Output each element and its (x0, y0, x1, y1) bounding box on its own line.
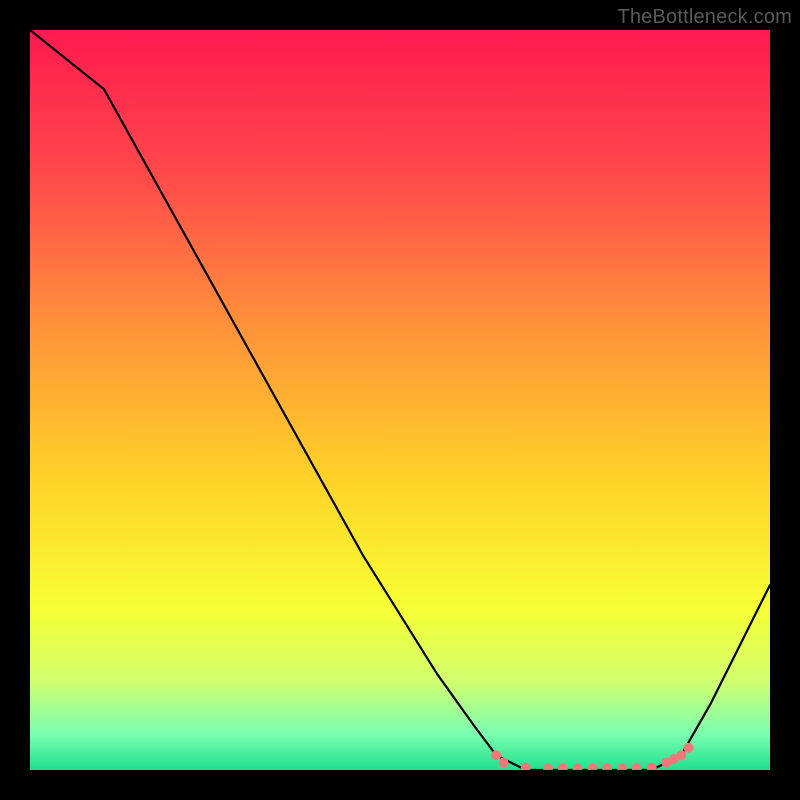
gradient-background (30, 30, 770, 770)
chart-plot-area (30, 30, 770, 770)
curve-marker (684, 743, 694, 753)
attribution-text: TheBottleneck.com (617, 6, 792, 29)
curve-marker (499, 758, 509, 768)
chart-svg (30, 30, 770, 770)
curve-marker (491, 750, 501, 760)
curve-marker (676, 750, 686, 760)
